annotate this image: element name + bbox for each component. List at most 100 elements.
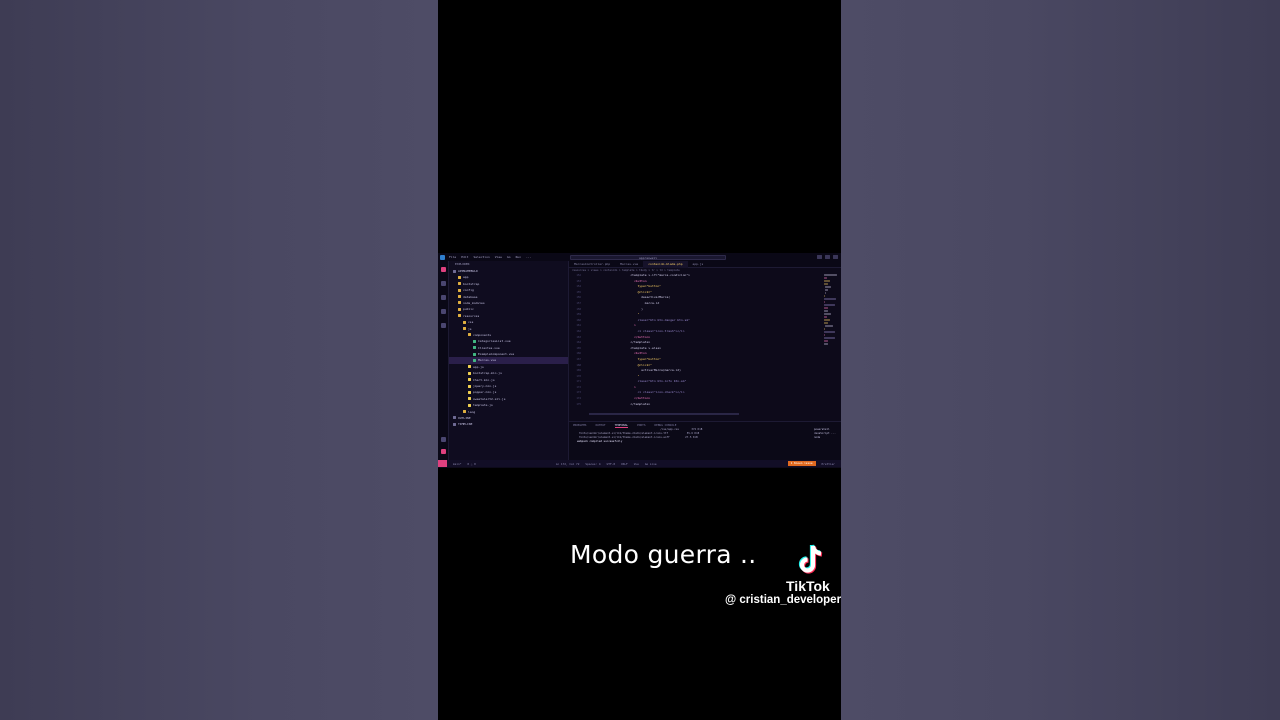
tree-item-label: resources (463, 313, 480, 318)
horizontal-scrollbar[interactable] (589, 413, 739, 415)
minimap-line (824, 289, 829, 291)
file-type-icon (463, 410, 466, 414)
tree-item-label: sweetalert2.all.js (473, 396, 506, 401)
file-tree: APPNAMEBULD app bootstrap config database nod… (449, 268, 568, 428)
tree-item-label: popper.min.js (473, 390, 497, 395)
menu-selection[interactable]: Selection (473, 255, 489, 259)
minimap-line (824, 280, 830, 282)
file-type-icon (468, 378, 471, 382)
tree-item-label: css (468, 320, 474, 325)
panel-tab[interactable]: PROBLEMS (573, 423, 586, 427)
tree-item-label: node_modules (463, 300, 485, 305)
file-type-icon (453, 416, 456, 420)
tab-app-js[interactable]: app.js (688, 261, 709, 268)
code-line[interactable]: </template> (587, 402, 809, 408)
file-type-icon (458, 288, 461, 292)
extensions-icon[interactable] (441, 323, 446, 328)
status-branch[interactable]: main* (453, 462, 461, 466)
settings-gear-icon[interactable] (441, 449, 446, 454)
status-problems[interactable]: 0 △ 0 (467, 462, 475, 466)
status-encoding[interactable]: UTF-8 (607, 462, 615, 466)
menu-view[interactable]: View (495, 255, 502, 259)
status-language[interactable]: Vue (634, 462, 639, 466)
tree-item-label: ExampleComponent.vue (478, 352, 515, 357)
command-center[interactable]: appraswell (570, 254, 726, 260)
menu-edit[interactable]: Edit (461, 255, 468, 259)
tiktok-brand-label: TikTok (786, 578, 830, 594)
minimap-line (824, 307, 828, 309)
tree-item-label: Chart.min.js (473, 377, 495, 382)
source-control-icon[interactable] (441, 295, 446, 300)
blurred-background-left (0, 0, 438, 720)
status-eol[interactable]: CRLF (621, 462, 628, 466)
tree-item-label: bootstrap.min.js (473, 371, 502, 376)
minimap-line (824, 337, 835, 339)
tab-contenido-blade[interactable]: contenido.blade.php (643, 260, 688, 268)
minimap-line (824, 331, 836, 333)
status-go-live[interactable]: Go Live (645, 462, 657, 466)
file-type-icon (463, 320, 466, 324)
tab-marcas-controller[interactable]: MarcasController.php (569, 261, 615, 268)
minimap-line (824, 316, 827, 318)
file-type-icon (453, 269, 456, 273)
file-type-icon (458, 307, 461, 311)
line-number-gutter: 152 153 154 155 156 157 158 159 160 161 162 163 164 1… (569, 273, 583, 411)
minimap-line (823, 274, 838, 276)
panel-tab[interactable]: PORTS (637, 423, 645, 427)
panel-tab[interactable]: OUTPUT (595, 423, 605, 427)
tree-item-label: Clientes.vue (478, 345, 500, 350)
menu-more[interactable]: ··· (526, 255, 531, 259)
terminal-node[interactable]: node (811, 436, 841, 440)
tree-item-label: OUTLINE (458, 415, 471, 420)
tree-item-label: lang (468, 409, 476, 414)
video-caption: Modo guerra .. (570, 540, 757, 569)
terminal-success-line: webpack compiled successfully (577, 440, 623, 443)
tree-item-label: components (473, 332, 492, 337)
file-type-icon (473, 352, 476, 356)
editor-tabs: MarcasController.php Marcas.vue contenid… (569, 260, 841, 268)
explorer-sidebar: EXPLORER APPNAMEBULD app bootstrap config da… (449, 261, 569, 460)
tab-marcas-vue[interactable]: Marcas.vue (615, 261, 643, 268)
file-type-icon (463, 327, 466, 331)
tiktok-username: @ cristian_developer (725, 594, 841, 606)
vscode-logo-icon (440, 254, 445, 260)
status-cursor-position[interactable]: Ln 172, Col 72 (556, 462, 580, 466)
file-type-icon (473, 339, 476, 343)
tree-item-label: TIMELINE (458, 422, 473, 427)
tree-item[interactable]: TIMELINE (449, 421, 568, 427)
status-prettier[interactable]: Prettier (822, 462, 835, 466)
status-indentation[interactable]: Spaces: 4 (585, 462, 600, 466)
file-type-icon (458, 295, 461, 299)
menu-go[interactable]: Go (507, 255, 511, 259)
minimap-line (823, 343, 829, 345)
file-type-icon (473, 346, 476, 350)
file-type-icon (468, 403, 471, 407)
panel-tab[interactable]: DEBUG CONSOLE (655, 423, 677, 427)
blurred-background-right (841, 0, 1280, 720)
code-editor[interactable]: <template v-if="marca.condicion"> <butto… (587, 273, 809, 411)
menu-file[interactable]: File (449, 255, 456, 259)
video-frame: File Edit Selection View Go Run ··· appr… (438, 0, 841, 720)
explorer-icon[interactable] (441, 267, 446, 272)
editor-area: MarcasController.php Marcas.vue contenid… (569, 260, 841, 421)
tree-item-label: app.js (473, 364, 484, 369)
status-warning-badge[interactable]: 1 Known issue (787, 461, 816, 466)
menu-run[interactable]: Run (516, 255, 521, 259)
account-icon[interactable] (441, 437, 446, 442)
close-icon[interactable] (833, 254, 838, 259)
explorer-header: EXPLORER (455, 262, 470, 266)
file-type-icon (468, 397, 471, 401)
remote-indicator-icon[interactable] (438, 460, 447, 467)
run-debug-icon[interactable] (441, 309, 446, 314)
minimap-line (824, 340, 828, 342)
minimap[interactable] (819, 273, 841, 411)
minimap-line (824, 319, 830, 321)
terminal-list: powershell JavaScript ... node (811, 428, 841, 440)
minimap-line (824, 304, 835, 306)
file-type-icon (453, 422, 456, 426)
minimize-icon[interactable] (817, 254, 822, 259)
search-icon[interactable] (441, 281, 446, 286)
maximize-icon[interactable] (825, 254, 830, 259)
panel-tab[interactable]: TERMINAL (614, 423, 629, 428)
tiktok-logo-icon (798, 544, 823, 574)
